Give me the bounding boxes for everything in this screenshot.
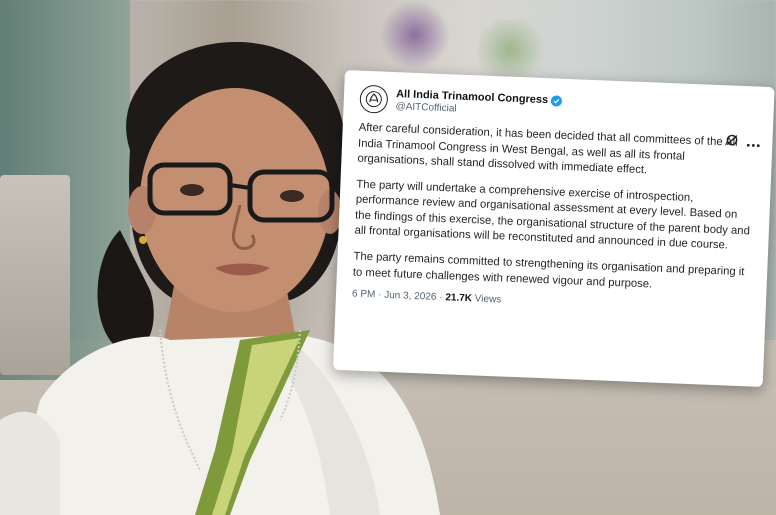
tweet-card: All India Trinamool Congress @AITCoffici… [332,70,775,388]
verified-badge-icon [550,95,563,107]
background-blur-green [470,20,550,80]
tweet-timestamp[interactable]: 6 PM · Jun 3, 2026 · [352,289,443,304]
tweet-paragraph: The party will undertake a comprehensive… [354,178,751,252]
tweet-text: After careful consideration, it has been… [353,121,759,297]
grok-icon[interactable] [725,133,739,152]
more-options-icon[interactable] [746,134,761,153]
party-logo-icon[interactable] [359,84,389,114]
views-count: 21.7K [445,292,473,305]
tweet-paragraph: The party remains committed to strengthe… [352,250,745,291]
tweet-actions [725,133,761,152]
composite-image: All India Trinamool Congress @AITCoffici… [0,0,776,515]
views-label: Views [474,293,502,306]
account-info: All India Trinamool Congress @AITCoffici… [395,88,563,119]
